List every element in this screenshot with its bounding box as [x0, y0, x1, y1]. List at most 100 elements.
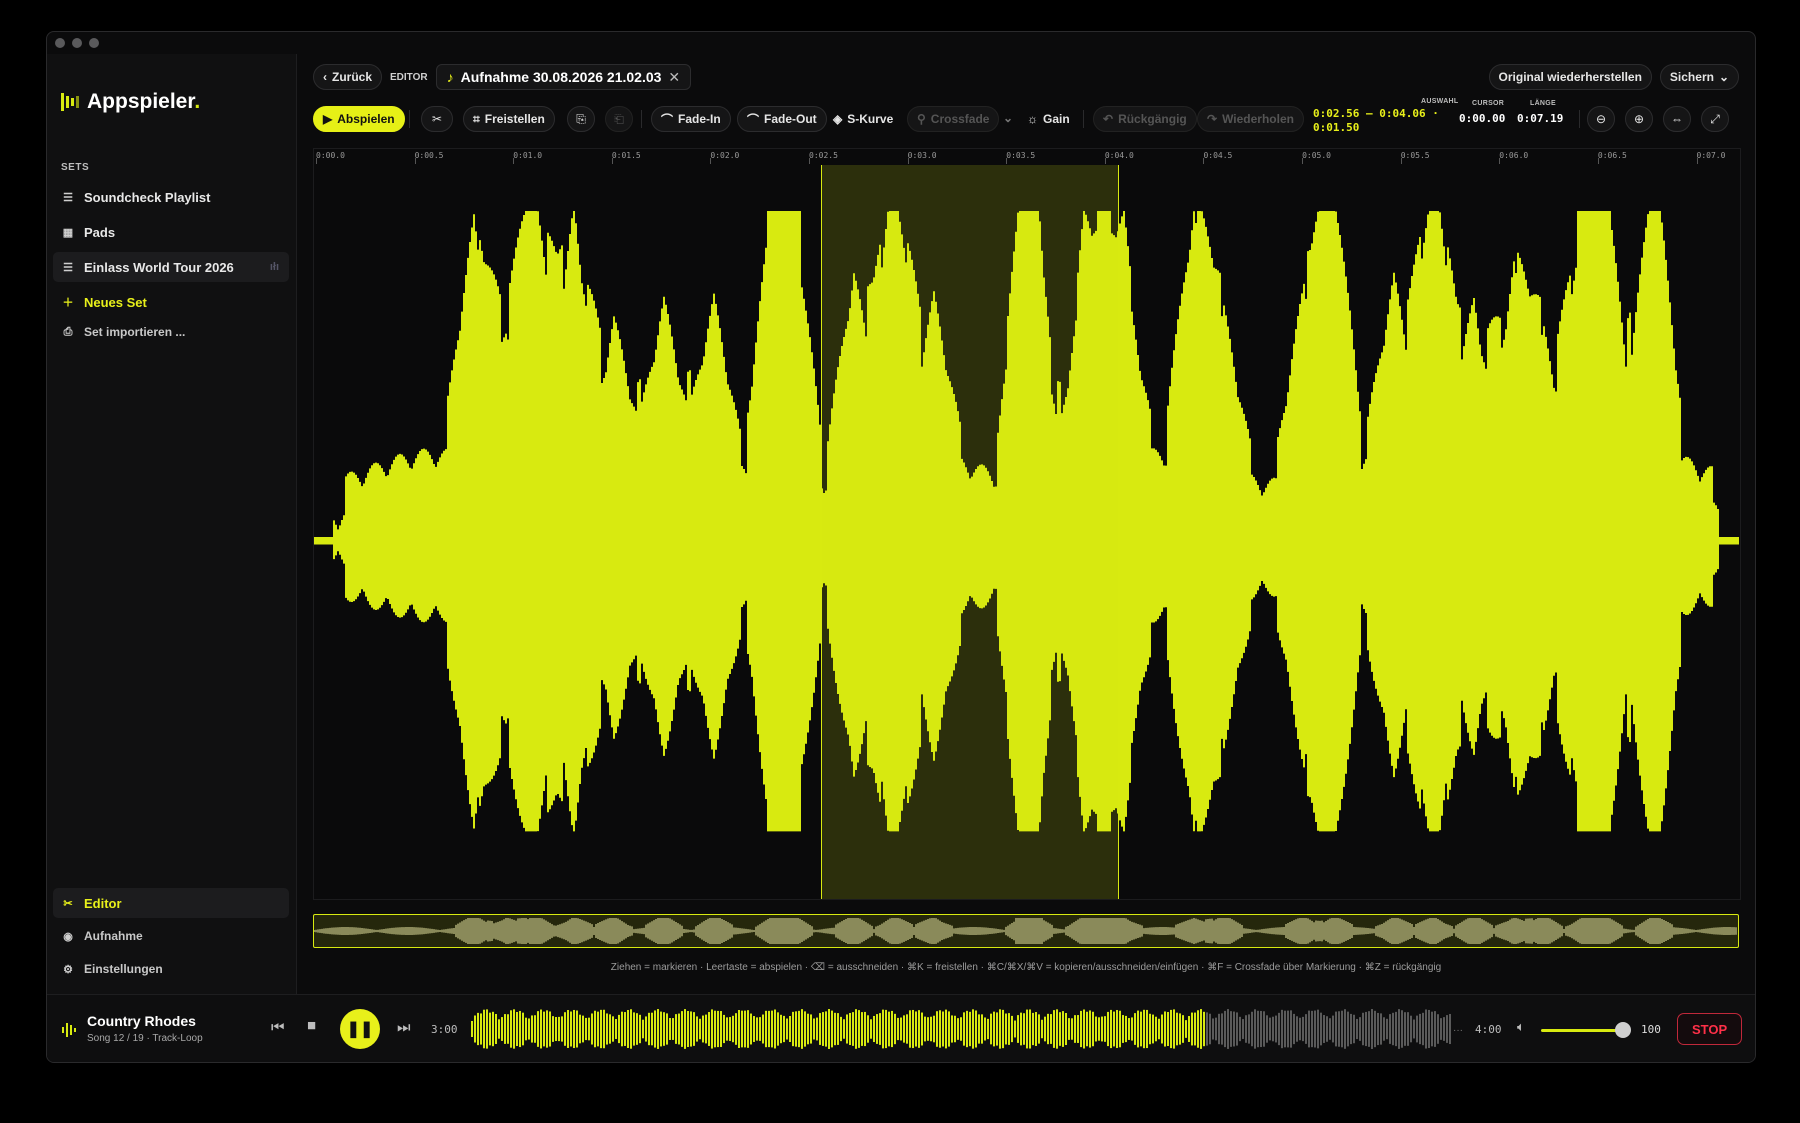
progress-bar-mark: [498, 1019, 500, 1039]
progress-bar-mark: [1266, 1015, 1268, 1043]
volume-slider-handle[interactable]: [1615, 1022, 1631, 1038]
progress-bar-mark: [1026, 1009, 1028, 1049]
cut-button[interactable]: ✂: [421, 106, 453, 132]
previous-icon[interactable]: ⏮: [271, 1019, 285, 1036]
progress-bar-mark: [1179, 1013, 1181, 1045]
progress-bar-mark: [1233, 1011, 1235, 1047]
progress-bar-mark: [1401, 1010, 1403, 1048]
progress-bar-mark: [894, 1013, 896, 1045]
progress-bar-mark: [1446, 1015, 1448, 1043]
selection-range: 0:02.56 – 0:04.06 ·: [1313, 107, 1439, 120]
progress-bar-mark: [543, 1011, 545, 1047]
ruler-tick-label: 0:06.0: [1499, 151, 1529, 160]
close-tab-icon[interactable]: ✕: [668, 69, 680, 86]
crossfade-button[interactable]: ⚲ Crossfade: [907, 106, 1000, 132]
next-icon[interactable]: ⏭: [397, 1019, 411, 1036]
undo-button[interactable]: ↶ Rückgängig: [1093, 106, 1197, 132]
progress-bar-mark: [816, 1017, 818, 1041]
s-curve-button[interactable]: ◈ S-Kurve: [833, 112, 893, 126]
ruler-tick-label: 0:03.5: [1006, 151, 1036, 160]
progress-bar-mark: [648, 1012, 650, 1046]
save-button[interactable]: Sichern ⌄: [1659, 64, 1739, 90]
progress-bar-mark: [960, 1017, 962, 1041]
selection-region[interactable]: [820, 165, 1119, 899]
progress-bar-mark: [1434, 1011, 1436, 1047]
fade-out-icon: ⌒: [747, 112, 760, 127]
progress-bar-mark: [1311, 1010, 1313, 1048]
gain-button[interactable]: ☼ Gain: [1027, 112, 1070, 126]
volume-slider-track[interactable]: [1541, 1029, 1623, 1032]
volume-icon[interactable]: 🔈︎: [1517, 1019, 1525, 1035]
progress-bar-mark: [510, 1010, 512, 1048]
waveform-editor[interactable]: 0:00.0 0:00.5 0:01.0 0:01.5 0:02.0 0:02.5 0:03…: [313, 148, 1741, 900]
progress-bar-mark: [504, 1014, 506, 1044]
progress-bar-mark: [1257, 1010, 1259, 1048]
zoom-out-button[interactable]: ⊖: [1587, 106, 1615, 132]
progress-bar-mark: [471, 1021, 473, 1037]
progress-bar-mark: [1248, 1014, 1250, 1044]
minimize-dot[interactable]: [72, 38, 82, 48]
sidebar-item-aufnahme[interactable]: ◉ Aufnahme: [53, 921, 289, 951]
fade-in-label: Fade-In: [678, 112, 721, 126]
window-controls[interactable]: [55, 38, 99, 48]
new-set-button[interactable]: ＋ Neues Set: [53, 287, 289, 317]
track-progress-wave[interactable]: ···: [471, 1009, 1471, 1049]
sidebar-item-einlass-world-tour[interactable]: ☰ Einlass World Tour 2026 ıłı: [53, 252, 289, 282]
progress-bar-mark: [939, 1010, 941, 1048]
pause-button[interactable]: ❚❚: [340, 1009, 380, 1049]
progress-bar-mark: [1242, 1019, 1244, 1039]
progress-bar-mark: [1359, 1017, 1361, 1041]
sidebar-item-label: Pads: [84, 224, 116, 240]
app-window: Appspieler. SETS ☰ Soundcheck Playlist ▦…: [46, 31, 1756, 1063]
fade-out-button[interactable]: ⌒ Fade-Out: [737, 106, 827, 132]
sidebar-item-pads[interactable]: ▦ Pads: [53, 217, 289, 247]
fit-button[interactable]: ⇔: [1663, 106, 1691, 132]
file-tab[interactable]: ♪ Aufnahme 30.08.2026 21.02.03 ✕: [435, 64, 692, 90]
sidebar-item-editor[interactable]: ✂ Editor: [53, 888, 289, 918]
crossfade-dropdown-icon[interactable]: ⌄: [1003, 111, 1013, 125]
zoom-in-button[interactable]: ⊕: [1625, 106, 1653, 132]
progress-bar-mark: [900, 1017, 902, 1041]
sidebar-item-soundcheck-playlist[interactable]: ☰ Soundcheck Playlist: [53, 182, 289, 212]
progress-bar-mark: [1101, 1016, 1103, 1042]
progress-bar-mark: [1215, 1017, 1217, 1041]
time-ruler[interactable]: 0:00.0 0:00.5 0:01.0 0:01.5 0:02.0 0:02.5 0:03…: [314, 149, 1740, 165]
progress-bar-mark: [852, 1012, 854, 1046]
zoom-out-icon: ⊖: [1595, 112, 1607, 126]
progress-bar-mark: [909, 1010, 911, 1048]
fade-in-button[interactable]: ⌒ Fade-In: [651, 106, 731, 132]
progress-bar-mark: [837, 1013, 839, 1045]
zoom-dot[interactable]: [89, 38, 99, 48]
progress-bar-mark: [867, 1015, 869, 1043]
paste-button[interactable]: ⎗: [605, 106, 633, 132]
progress-bar-mark: [645, 1016, 647, 1042]
progress-bar-mark: [1377, 1012, 1379, 1046]
crop-button[interactable]: ⌗ Freistellen: [463, 106, 555, 132]
close-dot[interactable]: [55, 38, 65, 48]
stop-icon[interactable]: ■: [307, 1017, 316, 1034]
progress-bar-mark: [591, 1013, 593, 1045]
progress-bar-mark: [1200, 1009, 1202, 1049]
progress-bar-mark: [996, 1012, 998, 1046]
back-button[interactable]: ‹ Zurück: [313, 64, 383, 90]
sets-section-label: SETS: [61, 162, 90, 173]
progress-bar-mark: [549, 1011, 551, 1047]
list-icon: ☰: [63, 261, 73, 274]
fullscreen-button[interactable]: ⤢: [1701, 106, 1729, 132]
progress-bar-mark: [774, 1009, 776, 1049]
redo-button[interactable]: ↷ Wiederholen: [1197, 106, 1304, 132]
overview-shape: [313, 918, 1737, 944]
play-button[interactable]: ▶ Abspielen: [313, 106, 405, 132]
progress-bar-mark: [858, 1010, 860, 1048]
copy-button[interactable]: ⎘: [567, 106, 595, 132]
overview-waveform[interactable]: [313, 914, 1739, 948]
progress-bar-mark: [1065, 1012, 1067, 1046]
import-set-button[interactable]: ⎙ Set importieren ...: [53, 317, 289, 347]
progress-bar-mark: [1422, 1012, 1424, 1046]
stop-button[interactable]: STOP: [1677, 1013, 1743, 1045]
progress-bar-mark: [1254, 1009, 1256, 1049]
progress-bar-mark: [828, 1009, 830, 1049]
restore-original-button[interactable]: Original wiederherstellen: [1488, 64, 1652, 90]
sidebar-item-einstellungen[interactable]: ⚙ Einstellungen: [53, 954, 289, 984]
gain-label: Gain: [1043, 112, 1070, 126]
